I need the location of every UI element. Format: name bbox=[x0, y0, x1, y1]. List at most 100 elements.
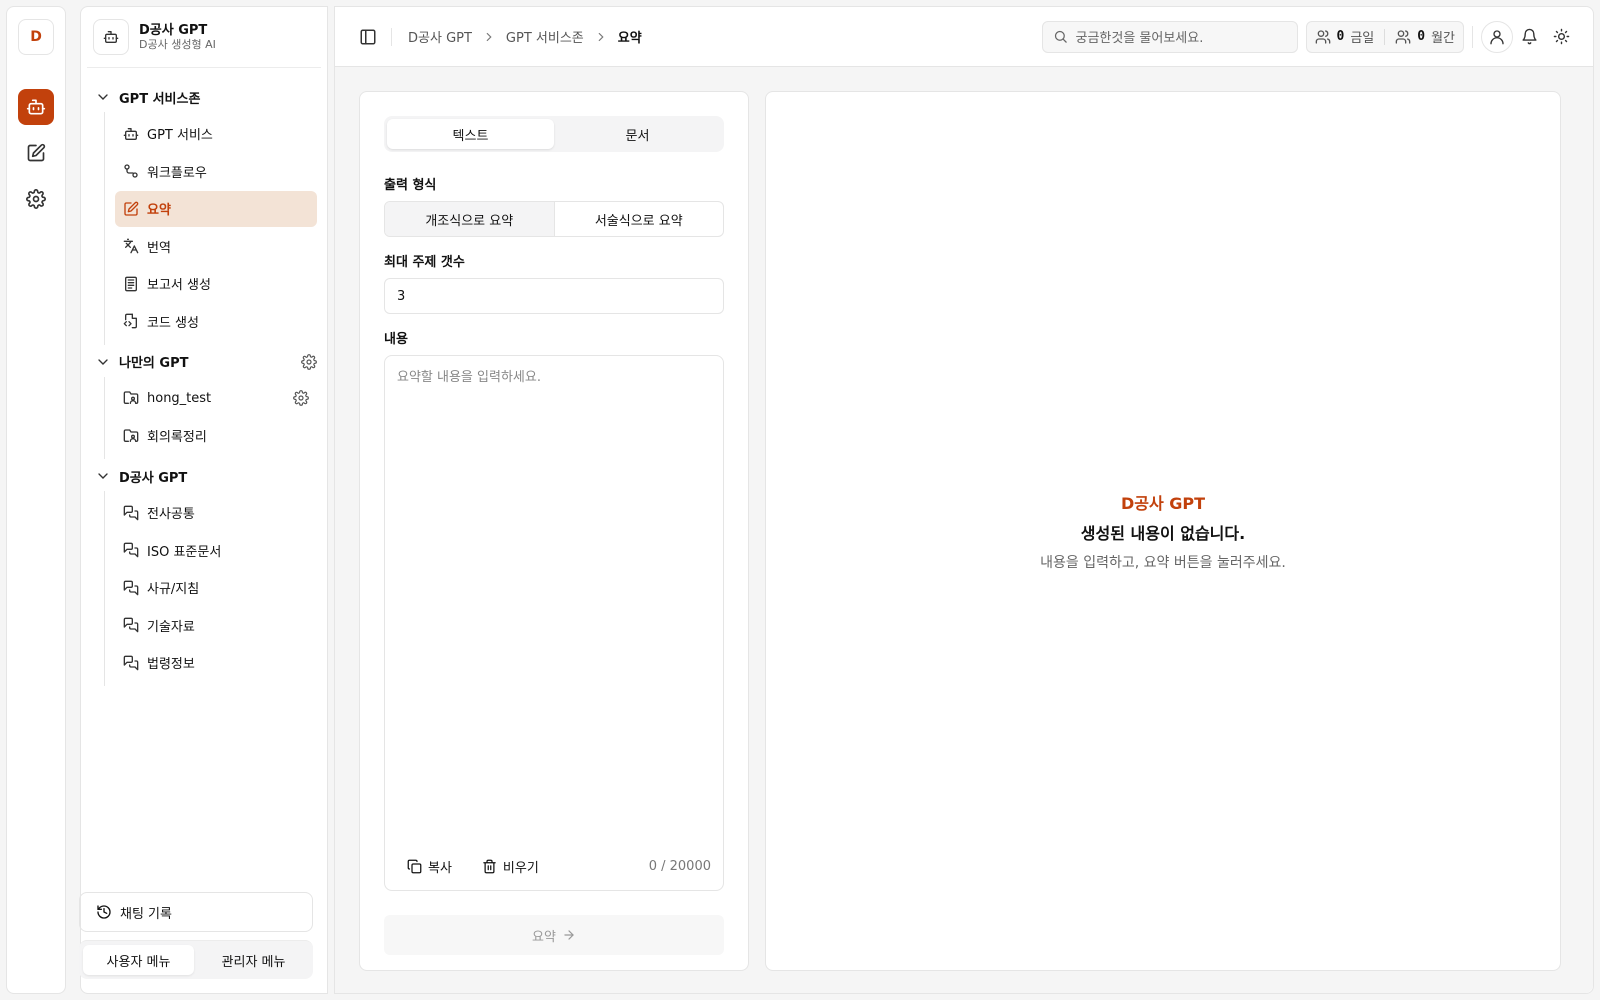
summarize-label: 요약 bbox=[532, 929, 556, 945]
option-bullet-summary[interactable]: 개조식으로 요약 bbox=[385, 202, 555, 236]
sidebar-bottom: 채팅 기록 사용자 메뉴 관리자 메뉴 bbox=[79, 892, 327, 993]
brand-title: D공사 GPT bbox=[139, 23, 208, 38]
chat-icon bbox=[123, 655, 139, 671]
sidebar-item-label: hong_test bbox=[147, 390, 212, 406]
daily-count: 0 bbox=[1336, 29, 1345, 44]
report-icon bbox=[123, 276, 139, 292]
tab-user-menu[interactable]: 사용자 메뉴 bbox=[83, 945, 194, 975]
history-icon bbox=[96, 904, 112, 920]
content-label: 내용 bbox=[384, 332, 408, 347]
output-format-toggle: 개조식으로 요약 서술식으로 요약 bbox=[384, 201, 724, 237]
result-empty-title: 생성된 내용이 없습니다. bbox=[1080, 524, 1246, 543]
sidebar-toggle-icon[interactable] bbox=[359, 28, 377, 46]
sidebar-item-gpt-service[interactable]: GPT 서비스 bbox=[115, 116, 317, 152]
summarize-button[interactable]: 요약 bbox=[384, 915, 724, 955]
summary-form: 텍스트 문서 출력 형식 개조식으로 요약 서술식으로 요약 최대 주제 갯수 … bbox=[359, 91, 749, 971]
group-gpt-service-zone-items: GPT 서비스 워크플로우 요약 번역 보고서 생성 코드 생성 bbox=[104, 112, 317, 345]
code-file-icon bbox=[123, 313, 139, 329]
sidebar-item-label: 법령정보 bbox=[147, 657, 195, 672]
clear-button[interactable]: 비우기 bbox=[472, 857, 539, 876]
users-icon bbox=[1315, 29, 1331, 45]
topbar: D공사 GPT GPT 서비스존 요약 궁금한것을 물어보세요. 0 금일 0 … bbox=[335, 7, 1593, 67]
max-topics-label: 최대 주제 갯수 bbox=[384, 255, 465, 270]
group-my-gpt-items: hong_test 회의록정리 bbox=[104, 376, 317, 459]
tab-document[interactable]: 문서 bbox=[554, 119, 721, 149]
sidebar-item-tech-docs[interactable]: 기술자료 bbox=[115, 607, 317, 643]
sidebar-item-label: GPT 서비스 bbox=[147, 128, 213, 143]
daily-label: 금일 bbox=[1350, 31, 1375, 46]
trash-icon bbox=[482, 859, 497, 874]
sidebar-item-label: 사규/지침 bbox=[147, 582, 200, 597]
group-company-gpt[interactable]: D공사 GPT bbox=[91, 461, 317, 491]
user-profile-icon[interactable] bbox=[1481, 20, 1513, 53]
rail-gpt-button[interactable] bbox=[18, 89, 54, 125]
edit-icon bbox=[123, 201, 139, 217]
brand[interactable]: D공사 GPT D공사 생성형 AI bbox=[87, 7, 321, 68]
sidebar-item-law-info[interactable]: 법령정보 bbox=[115, 645, 317, 681]
sidebar-item-company-common[interactable]: 전사공통 bbox=[115, 495, 317, 531]
chat-history-button[interactable]: 채팅 기록 bbox=[79, 892, 313, 932]
search-input[interactable]: 궁금한것을 물어보세요. bbox=[1041, 20, 1298, 53]
gear-icon bbox=[26, 189, 46, 209]
content-placeholder: 요약할 내용을 입력하세요. bbox=[397, 370, 541, 385]
bot-icon bbox=[26, 97, 46, 117]
sidebar-item-label: 기술자료 bbox=[147, 619, 195, 635]
chat-history-label: 채팅 기록 bbox=[120, 906, 172, 922]
arrow-right-icon bbox=[562, 928, 576, 942]
app-rail: D bbox=[6, 6, 66, 994]
sidebar-item-translate[interactable]: 번역 bbox=[115, 228, 317, 264]
sidebar-item-label: 코드 생성 bbox=[147, 315, 199, 331]
chevron-down-icon bbox=[95, 468, 111, 484]
users-icon bbox=[1395, 29, 1411, 45]
folder-user-icon bbox=[123, 390, 139, 406]
main-panel: D공사 GPT GPT 서비스존 요약 궁금한것을 물어보세요. 0 금일 0 … bbox=[334, 6, 1594, 994]
group-title: GPT 서비스존 bbox=[119, 91, 201, 107]
sidebar-item-iso[interactable]: ISO 표준문서 bbox=[115, 532, 317, 568]
monthly-label: 월간 bbox=[1431, 31, 1455, 46]
search-icon bbox=[1053, 29, 1068, 44]
breadcrumb: D공사 GPT GPT 서비스존 요약 bbox=[408, 27, 642, 46]
rail-edit-button[interactable] bbox=[18, 135, 54, 171]
content-textarea[interactable]: 요약할 내용을 입력하세요. 복사 비우기 0 / 20000 bbox=[384, 355, 724, 891]
search-placeholder: 궁금한것을 물어보세요. bbox=[1075, 31, 1204, 46]
sidebar-item-hong-test[interactable]: hong_test bbox=[115, 380, 317, 416]
sidebar-item-code[interactable]: 코드 생성 bbox=[115, 303, 317, 339]
group-title: D공사 GPT bbox=[119, 470, 188, 486]
translate-icon bbox=[123, 238, 139, 254]
tab-admin-menu[interactable]: 관리자 메뉴 bbox=[198, 945, 309, 975]
sidebar-item-regulations[interactable]: 사규/지침 bbox=[115, 570, 317, 606]
gear-icon[interactable] bbox=[293, 390, 309, 406]
sidebar-item-meeting-notes[interactable]: 회의록정리 bbox=[115, 418, 317, 454]
copy-label: 복사 bbox=[428, 861, 452, 876]
user-avatar[interactable]: D bbox=[18, 19, 54, 55]
gear-icon[interactable] bbox=[301, 353, 317, 370]
sidebar-item-workflow[interactable]: 워크플로우 bbox=[115, 153, 317, 189]
usage-stats: 0 금일 0 월간 bbox=[1305, 20, 1464, 53]
workflow-icon bbox=[123, 163, 139, 179]
sun-icon[interactable] bbox=[1545, 21, 1577, 53]
folder-user-icon bbox=[123, 428, 139, 444]
result-panel: D공사 GPT 생성된 내용이 없습니다. 내용을 입력하고, 요약 버튼을 눌… bbox=[765, 91, 1561, 971]
sidebar-item-label: 전사공통 bbox=[147, 507, 195, 522]
copy-button[interactable]: 복사 bbox=[397, 857, 452, 876]
brand-subtitle: D공사 생성형 AI bbox=[139, 38, 216, 51]
breadcrumb-item[interactable]: D공사 GPT bbox=[408, 27, 472, 46]
group-gpt-service-zone[interactable]: GPT 서비스존 bbox=[91, 82, 317, 112]
sidebar-item-summary[interactable]: 요약 bbox=[115, 190, 317, 227]
option-narrative-summary[interactable]: 서술식으로 요약 bbox=[555, 202, 724, 236]
monthly-count: 0 bbox=[1417, 29, 1426, 44]
group-my-gpt[interactable]: 나만의 GPT bbox=[91, 347, 317, 377]
output-format-label: 출력 형식 bbox=[384, 178, 437, 193]
sidebar-item-report[interactable]: 보고서 생성 bbox=[115, 266, 317, 302]
chat-icon bbox=[123, 505, 139, 521]
chat-icon bbox=[123, 580, 139, 596]
brand-logo bbox=[93, 19, 129, 55]
bell-icon[interactable] bbox=[1513, 21, 1545, 53]
breadcrumb-item[interactable]: GPT 서비스존 bbox=[506, 27, 584, 46]
tab-text[interactable]: 텍스트 bbox=[387, 119, 554, 149]
max-topics-input[interactable]: 3 bbox=[384, 278, 724, 314]
chevron-down-icon bbox=[95, 354, 111, 370]
textarea-footer: 복사 비우기 0 / 20000 bbox=[397, 857, 711, 876]
result-brand: D공사 GPT bbox=[1120, 494, 1206, 513]
rail-settings-button[interactable] bbox=[18, 181, 54, 217]
